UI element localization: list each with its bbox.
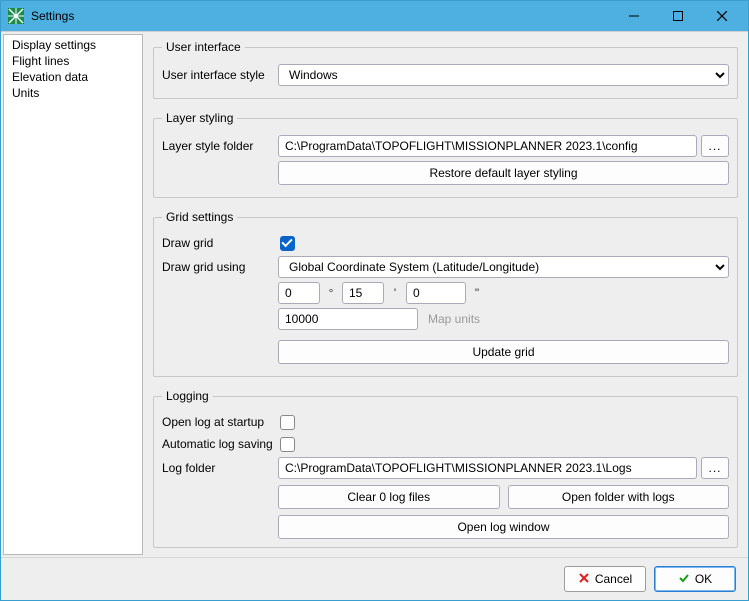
dialog-footer: Cancel OK: [1, 557, 748, 600]
cancel-button[interactable]: Cancel: [564, 566, 646, 592]
open-logs-folder-button[interactable]: Open folder with logs: [508, 485, 730, 509]
open-log-startup-checkbox[interactable]: [280, 415, 295, 430]
log-folder-input[interactable]: [278, 457, 697, 479]
ui-style-select[interactable]: Windows: [278, 64, 729, 86]
logging-legend: Logging: [162, 389, 213, 403]
update-grid-button[interactable]: Update grid: [278, 340, 729, 364]
draw-grid-using-label: Draw grid using: [162, 260, 278, 274]
auto-log-saving-checkbox[interactable]: [280, 437, 295, 452]
dialog-body: Display settings Flight lines Elevation …: [1, 31, 748, 557]
log-folder-label: Log folder: [162, 461, 278, 475]
open-log-startup-label: Open log at startup: [162, 415, 278, 429]
draw-grid-checkbox[interactable]: [280, 236, 295, 251]
grid-degrees-input[interactable]: [278, 282, 320, 304]
log-folder-browse-button[interactable]: ...: [701, 457, 729, 479]
layer-styling-legend: Layer styling: [162, 111, 237, 125]
grid-map-units-input[interactable]: [278, 308, 418, 330]
grid-minutes-input[interactable]: [342, 282, 384, 304]
draw-grid-using-select[interactable]: Global Coordinate System (Latitude/Longi…: [278, 256, 729, 278]
maximize-button[interactable]: [656, 2, 700, 30]
auto-log-saving-label: Automatic log saving: [162, 437, 278, 451]
cancel-icon: [578, 572, 590, 587]
cancel-label: Cancel: [595, 572, 632, 586]
draw-grid-label: Draw grid: [162, 236, 278, 250]
layer-folder-input[interactable]: [278, 135, 697, 157]
sidebar-item-elevation-data[interactable]: Elevation data: [4, 69, 142, 85]
sidebar-item-display-settings[interactable]: Display settings: [4, 37, 142, 53]
second-symbol: ": [470, 286, 484, 300]
titlebar: Settings: [1, 1, 748, 31]
restore-layer-styling-button[interactable]: Restore default layer styling: [278, 161, 729, 185]
layer-styling-group: Layer styling Layer style folder ... Res…: [153, 111, 738, 198]
open-log-window-button[interactable]: Open log window: [278, 515, 729, 539]
user-interface-group: User interface User interface style Wind…: [153, 40, 738, 99]
settings-window: Settings Display settings Flight lines E…: [0, 0, 749, 601]
layer-folder-browse-button[interactable]: ...: [701, 135, 729, 157]
logging-group: Logging Open log at startup Automatic lo…: [153, 389, 738, 548]
window-title: Settings: [31, 9, 612, 23]
clear-log-files-button[interactable]: Clear 0 log files: [278, 485, 500, 509]
close-button[interactable]: [700, 2, 744, 30]
minimize-button[interactable]: [612, 2, 656, 30]
ok-label: OK: [695, 572, 712, 586]
user-interface-legend: User interface: [162, 40, 245, 54]
app-icon: [7, 7, 25, 25]
main-panel: User interface User interface style Wind…: [143, 32, 748, 557]
grid-seconds-input[interactable]: [406, 282, 466, 304]
sidebar: Display settings Flight lines Elevation …: [3, 34, 143, 555]
grid-settings-group: Grid settings Draw grid Draw grid using …: [153, 210, 738, 377]
degree-symbol: °: [324, 286, 338, 300]
ok-button[interactable]: OK: [654, 566, 736, 592]
minute-symbol: ': [388, 286, 402, 300]
sidebar-item-units[interactable]: Units: [4, 85, 142, 101]
grid-settings-legend: Grid settings: [162, 210, 237, 224]
check-icon: [678, 572, 690, 587]
map-units-hint: Map units: [428, 312, 480, 326]
layer-folder-label: Layer style folder: [162, 139, 278, 153]
sidebar-item-flight-lines[interactable]: Flight lines: [4, 53, 142, 69]
ui-style-label: User interface style: [162, 68, 278, 82]
